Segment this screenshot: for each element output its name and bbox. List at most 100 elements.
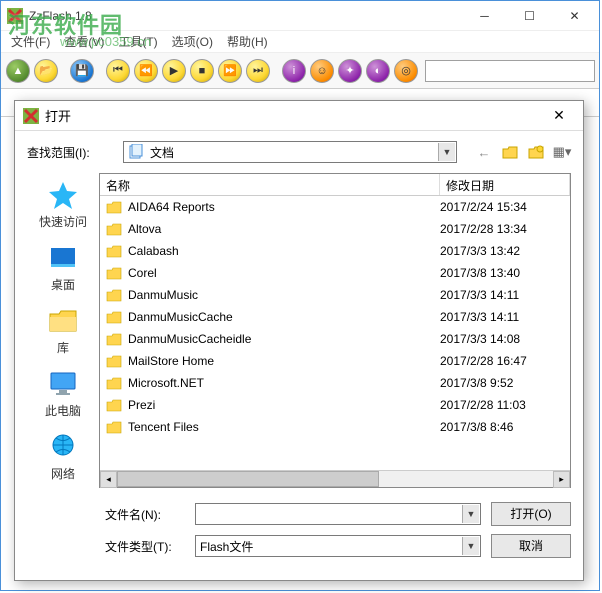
menu-file[interactable]: 文件(F) xyxy=(5,31,56,52)
file-date: 2017/2/28 13:34 xyxy=(440,222,564,236)
file-date: 2017/3/3 14:11 xyxy=(440,310,564,324)
toolbar-browse-button[interactable]: 📂 xyxy=(33,58,59,84)
minimize-button[interactable]: ─ xyxy=(462,2,507,30)
toolbar-info-button[interactable]: i xyxy=(281,58,307,84)
pc-icon xyxy=(47,368,79,400)
file-name: DanmuMusicCache xyxy=(128,310,434,324)
toolbar-play-button[interactable]: ▶ xyxy=(161,58,187,84)
toolbar-prev-button[interactable]: ⏪ xyxy=(133,58,159,84)
filetype-combo[interactable]: Flash文件 ▼ xyxy=(195,535,481,557)
combo-dropdown-icon[interactable]: ▼ xyxy=(438,143,455,161)
file-date: 2017/2/28 16:47 xyxy=(440,354,564,368)
main-titlebar[interactable]: ZzFlash 1.8 ─ ☐ ✕ xyxy=(1,1,599,31)
scroll-left-button[interactable]: ◂ xyxy=(100,471,117,488)
places-bar: 快速访问 桌面 库 此电脑 网络 xyxy=(27,173,99,488)
nav-back-button[interactable]: ← xyxy=(475,143,493,161)
nav-up-button[interactable] xyxy=(501,143,519,161)
file-list-header: 名称 修改日期 xyxy=(100,174,570,196)
menu-help[interactable]: 帮助(H) xyxy=(221,31,274,52)
file-row[interactable]: MailStore Home 2017/2/28 16:47 xyxy=(100,350,570,372)
toolbar-tool-button[interactable]: ✦ xyxy=(337,58,363,84)
file-date: 2017/3/3 14:08 xyxy=(440,332,564,346)
file-open-dialog: 打开 ✕ 查找范围(I): 文档 ▼ ← ▦▾ 快速访问 xyxy=(14,100,584,581)
toolbar-save-button[interactable]: 💾 xyxy=(69,58,95,84)
toolbar-open-button[interactable]: ▲ xyxy=(5,58,31,84)
window-title: ZzFlash 1.8 xyxy=(29,9,462,23)
place-quickaccess[interactable]: 快速访问 xyxy=(37,177,89,232)
toolbar-last-button[interactable]: ⏭ xyxy=(245,58,271,84)
file-row[interactable]: Tencent Files2017/3/8 8:46 xyxy=(100,416,570,438)
file-row[interactable]: Microsoft.NET2017/3/8 9:52 xyxy=(100,372,570,394)
file-name: Calabash xyxy=(128,244,434,258)
lookin-combo[interactable]: 文档 ▼ xyxy=(123,141,457,163)
star-icon xyxy=(47,179,79,211)
file-date: 2017/2/28 11:03 xyxy=(440,398,564,412)
filetype-label: 文件类型(T): xyxy=(105,538,185,555)
menu-tools[interactable]: 工具(T) xyxy=(112,31,163,52)
toolbar-next-button[interactable]: ⏩ xyxy=(217,58,243,84)
file-date: 2017/3/3 14:11 xyxy=(440,288,564,302)
file-name: DanmuMusicCacheidle xyxy=(128,332,434,346)
lookin-value: 文档 xyxy=(150,144,174,161)
toolbar-stop-button[interactable]: ■ xyxy=(189,58,215,84)
filetype-dropdown-icon[interactable]: ▼ xyxy=(462,537,479,555)
toolbar-extra1-button[interactable]: ◐ xyxy=(365,58,391,84)
file-row[interactable]: Calabash 2017/3/3 13:42 xyxy=(100,240,570,262)
dialog-close-button[interactable]: ✕ xyxy=(539,103,579,129)
place-libraries[interactable]: 库 xyxy=(45,303,81,358)
maximize-button[interactable]: ☐ xyxy=(507,2,552,30)
cancel-button[interactable]: 取消 xyxy=(491,534,571,558)
scroll-track[interactable] xyxy=(117,471,553,487)
file-list: AIDA64 Reports2017/2/24 15:34 Altova 2017/… xyxy=(100,196,570,470)
filename-input[interactable]: ▼ xyxy=(195,503,481,525)
file-name: AIDA64 Reports xyxy=(128,200,434,214)
file-date: 2017/3/3 13:42 xyxy=(440,244,564,258)
documents-icon xyxy=(128,144,144,160)
dialog-app-icon xyxy=(23,108,39,124)
desktop-icon xyxy=(47,242,79,274)
place-network[interactable]: 网络 xyxy=(45,429,81,484)
file-row[interactable]: DanmuMusicCache 2017/3/3 14:11 xyxy=(100,306,570,328)
toolbar-input[interactable] xyxy=(425,60,595,82)
toolbar: ▲ 📂 💾 ⏮ ⏪ ▶ ■ ⏩ ⏭ i ☺ ✦ ◐ ◎ xyxy=(1,53,599,89)
file-row[interactable]: DanmuMusicCacheidle 2017/3/3 14:08 xyxy=(100,328,570,350)
nav-views-button[interactable]: ▦▾ xyxy=(553,143,571,161)
file-name: Altova xyxy=(128,222,434,236)
file-row[interactable]: Prezi2017/2/28 11:03 xyxy=(100,394,570,416)
nav-newfolder-button[interactable] xyxy=(527,143,545,161)
menu-view[interactable]: 查看(V) xyxy=(58,31,110,52)
toolbar-first-button[interactable]: ⏮ xyxy=(105,58,131,84)
filename-dropdown-icon[interactable]: ▼ xyxy=(462,505,479,523)
file-row[interactable]: AIDA64 Reports2017/2/24 15:34 xyxy=(100,196,570,218)
dialog-titlebar[interactable]: 打开 ✕ xyxy=(15,101,583,131)
library-icon xyxy=(47,305,79,337)
file-name: MailStore Home xyxy=(128,354,434,368)
file-name: Corel xyxy=(128,266,434,280)
horizontal-scrollbar[interactable]: ◂ ▸ xyxy=(100,470,570,487)
place-desktop[interactable]: 桌面 xyxy=(45,240,81,295)
open-button[interactable]: 打开(O) xyxy=(491,502,571,526)
menu-options[interactable]: 选项(O) xyxy=(166,31,219,52)
file-row[interactable]: DanmuMusic 2017/3/3 14:11 xyxy=(100,284,570,306)
menubar: 文件(F) 查看(V) 工具(T) 选项(O) 帮助(H) xyxy=(1,31,599,53)
file-date: 2017/3/8 13:40 xyxy=(440,266,564,280)
toolbar-face-button[interactable]: ☺ xyxy=(309,58,335,84)
scroll-thumb[interactable] xyxy=(117,471,379,487)
network-icon xyxy=(47,431,79,463)
scroll-right-button[interactable]: ▸ xyxy=(553,471,570,488)
file-row[interactable]: Corel 2017/3/8 13:40 xyxy=(100,262,570,284)
filename-label: 文件名(N): xyxy=(105,506,185,523)
column-name[interactable]: 名称 xyxy=(100,174,440,195)
place-thispc[interactable]: 此电脑 xyxy=(43,366,83,421)
file-date: 2017/3/8 9:52 xyxy=(440,376,564,390)
toolbar-extra2-button[interactable]: ◎ xyxy=(393,58,419,84)
file-date: 2017/3/8 8:46 xyxy=(440,420,564,434)
lookin-label: 查找范围(I): xyxy=(27,144,117,161)
app-icon xyxy=(7,8,23,24)
dialog-title: 打开 xyxy=(45,106,539,125)
file-name: DanmuMusic xyxy=(128,288,434,302)
column-date[interactable]: 修改日期 xyxy=(440,174,570,195)
file-list-area: 名称 修改日期 AIDA64 Reports2017/2/24 15:34Alt… xyxy=(99,173,571,488)
file-row[interactable]: Altova 2017/2/28 13:34 xyxy=(100,218,570,240)
close-button[interactable]: ✕ xyxy=(552,2,597,30)
